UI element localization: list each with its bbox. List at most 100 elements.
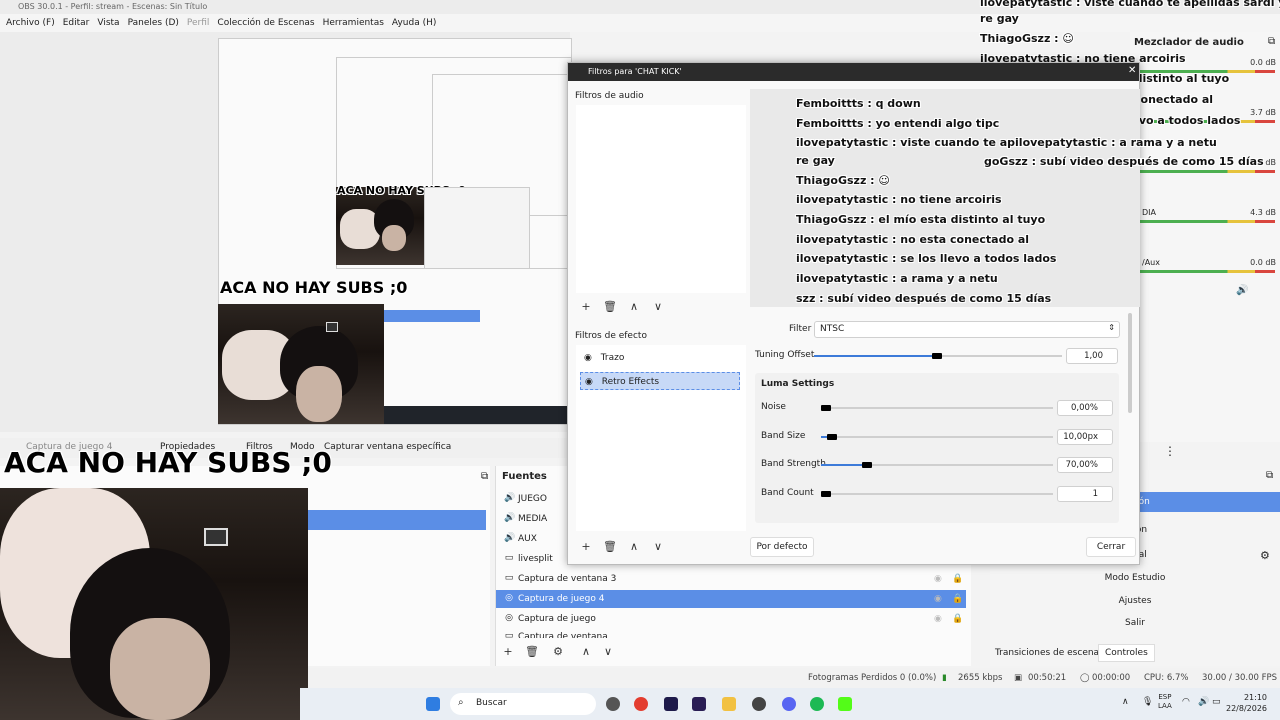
source-item[interactable]: ▭ Captura de ventana xyxy=(496,628,966,638)
preview-canvas[interactable]: ACA NO HAY SUBS ;0 ACA NO HAY SUBS ;0 xyxy=(0,32,572,432)
luma-param-label: Noise xyxy=(761,402,786,412)
chrome-icon[interactable] xyxy=(634,697,648,711)
lock-icon[interactable]: 🔒 xyxy=(952,570,963,588)
close-button[interactable]: Cerrar xyxy=(1086,537,1136,557)
eye-icon[interactable]: ◉ xyxy=(934,610,942,628)
effect-filter-item[interactable]: ◉ Trazo xyxy=(580,349,740,367)
source-item[interactable]: ◎ Captura de juego ◉ 🔒 xyxy=(496,610,966,628)
close-icon[interactable]: ✕ xyxy=(1128,65,1136,76)
move-down-icon[interactable]: ∨ xyxy=(650,539,666,555)
source-label: Captura de juego xyxy=(518,614,596,624)
eye-icon[interactable]: ◉ xyxy=(585,377,593,387)
tuning-offset-input[interactable]: 1,00 xyxy=(1066,348,1118,364)
audio-meter xyxy=(1140,270,1275,273)
add-audio-filter-button[interactable]: + xyxy=(578,299,594,315)
spotify-icon[interactable] xyxy=(810,697,824,711)
more-options-icon[interactable]: ⋮ xyxy=(1164,444,1176,458)
source-settings-icon[interactable]: ⚙ xyxy=(550,644,566,660)
exit-button[interactable]: Salir xyxy=(990,613,1280,633)
luma-param-input[interactable]: 70,00% xyxy=(1057,457,1113,473)
studio-mode-button[interactable]: Modo Estudio xyxy=(990,568,1280,588)
eye-icon[interactable]: ◉ xyxy=(934,570,942,588)
move-up-icon[interactable]: ∧ xyxy=(626,299,642,315)
menu-edit[interactable]: Editar xyxy=(63,18,90,28)
menu-view[interactable]: Vista xyxy=(97,18,119,28)
luma-settings-group: Luma Settings Noise 0,00% Band Size 10,00px… xyxy=(755,373,1119,523)
dock-float-icon[interactable]: ⧉ xyxy=(481,471,488,482)
obs-icon[interactable] xyxy=(606,697,620,711)
menu-profile[interactable]: Perfil xyxy=(187,18,210,28)
remove-effect-filter-button[interactable]: 🗑 xyxy=(602,539,618,555)
move-up-icon[interactable]: ∧ xyxy=(578,644,594,660)
start-icon[interactable] xyxy=(426,697,440,711)
move-down-icon[interactable]: ∨ xyxy=(600,644,616,660)
selected-scene[interactable] xyxy=(308,510,486,530)
move-down-icon[interactable]: ∨ xyxy=(650,299,666,315)
clock[interactable]: 21:10 22/8/2026 xyxy=(1226,692,1267,714)
luma-param-row: Band Count 1 xyxy=(755,486,1119,504)
chat-line: re gay xyxy=(980,12,1019,25)
filters-dialog: Filtros para 'CHAT KICK' ✕ Filtros de au… xyxy=(567,62,1264,565)
premiere-icon[interactable] xyxy=(664,697,678,711)
menu-help[interactable]: Ayuda (H) xyxy=(392,18,436,28)
speaker-icon[interactable]: 🔊 xyxy=(1236,285,1248,296)
menu-tools[interactable]: Herramientas xyxy=(323,18,384,28)
menu-scene-collection[interactable]: Colección de Escenas xyxy=(217,18,314,28)
add-source-button[interactable]: + xyxy=(500,644,516,660)
properties-scrollbar[interactable] xyxy=(1128,313,1132,413)
settings-button[interactable]: Ajustes xyxy=(990,591,1280,611)
after-effects-icon[interactable] xyxy=(692,697,706,711)
window-icon: ▭ xyxy=(504,573,514,583)
keyboard-language[interactable]: ESP LAA xyxy=(1158,693,1172,711)
audio-filters-list[interactable] xyxy=(576,105,746,293)
chat-line: ThiagoGszz : el mío esta distinto al tuy… xyxy=(796,213,1046,226)
eye-icon[interactable]: ◉ xyxy=(584,353,592,363)
kick-icon[interactable] xyxy=(838,697,852,711)
menu-file[interactable]: Archivo (F) xyxy=(6,18,55,28)
tab-scene-transitions[interactable]: Transiciones de escena xyxy=(995,648,1099,658)
preview-webcam xyxy=(218,304,384,424)
mixer-dock-icon[interactable]: ⧉ xyxy=(1268,36,1275,47)
speaker-icon: 🔊 xyxy=(504,513,516,523)
add-effect-filter-button[interactable]: + xyxy=(578,539,594,555)
live-icon: ▣ xyxy=(1014,673,1023,683)
source-item[interactable]: ▭ Captura de ventana 3 ◉ 🔒 xyxy=(496,570,966,588)
luma-param-slider[interactable] xyxy=(821,491,831,497)
folder-icon[interactable] xyxy=(722,697,736,711)
app-icon[interactable] xyxy=(752,697,766,711)
luma-param-input[interactable]: 10,00px xyxy=(1057,429,1113,445)
luma-param-label: Band Size xyxy=(761,431,806,441)
virtual-camera-gear-icon[interactable]: ⚙ xyxy=(1260,549,1270,562)
wifi-icon: ◠ xyxy=(1182,697,1190,707)
discord-icon[interactable] xyxy=(782,697,796,711)
effect-filter-item-selected[interactable]: ◉ Retro Effects xyxy=(580,372,740,390)
menu-docks[interactable]: Paneles (D) xyxy=(128,18,179,28)
defaults-button[interactable]: Por defecto xyxy=(750,537,814,557)
capture-mode-select[interactable]: Capturar ventana específica xyxy=(324,442,451,452)
tuning-offset-fill xyxy=(814,355,934,357)
eye-icon[interactable]: ◉ xyxy=(934,590,942,608)
tuning-offset-slider[interactable] xyxy=(932,353,942,359)
remove-source-button[interactable]: 🗑 xyxy=(524,644,540,660)
controls-dock-icon[interactable]: ⧉ xyxy=(1266,470,1273,481)
luma-param-input[interactable]: 1 xyxy=(1057,486,1113,502)
luma-param-slider[interactable] xyxy=(821,405,831,411)
luma-param-row: Band Strength 70,00% xyxy=(755,457,1119,475)
chevron-up-icon[interactable]: ∧ xyxy=(1122,697,1129,707)
remove-audio-filter-button[interactable]: 🗑 xyxy=(602,299,618,315)
luma-param-input[interactable]: 0,00% xyxy=(1057,400,1113,416)
chat-line: ThiagoGszz : ☺ xyxy=(980,32,1074,45)
lock-icon[interactable]: 🔒 xyxy=(952,590,963,608)
nested-webcam xyxy=(336,187,424,265)
source-label: livesplit xyxy=(518,554,553,564)
mic-icon: 🎙 xyxy=(1142,697,1154,707)
tab-controls[interactable]: Controles xyxy=(1098,644,1155,662)
move-up-icon[interactable]: ∧ xyxy=(626,539,642,555)
filter-select[interactable]: NTSC ⇕ xyxy=(814,321,1120,338)
lock-icon[interactable]: 🔒 xyxy=(952,610,963,628)
luma-param-label: Band Strength xyxy=(761,459,826,469)
source-item-selected[interactable]: ◎ Captura de juego 4 ◉ 🔒 xyxy=(496,590,966,608)
luma-param-slider[interactable] xyxy=(827,434,837,440)
luma-param-slider[interactable] xyxy=(862,462,872,468)
taskbar-search[interactable]: ⌕ Buscar xyxy=(450,693,596,715)
